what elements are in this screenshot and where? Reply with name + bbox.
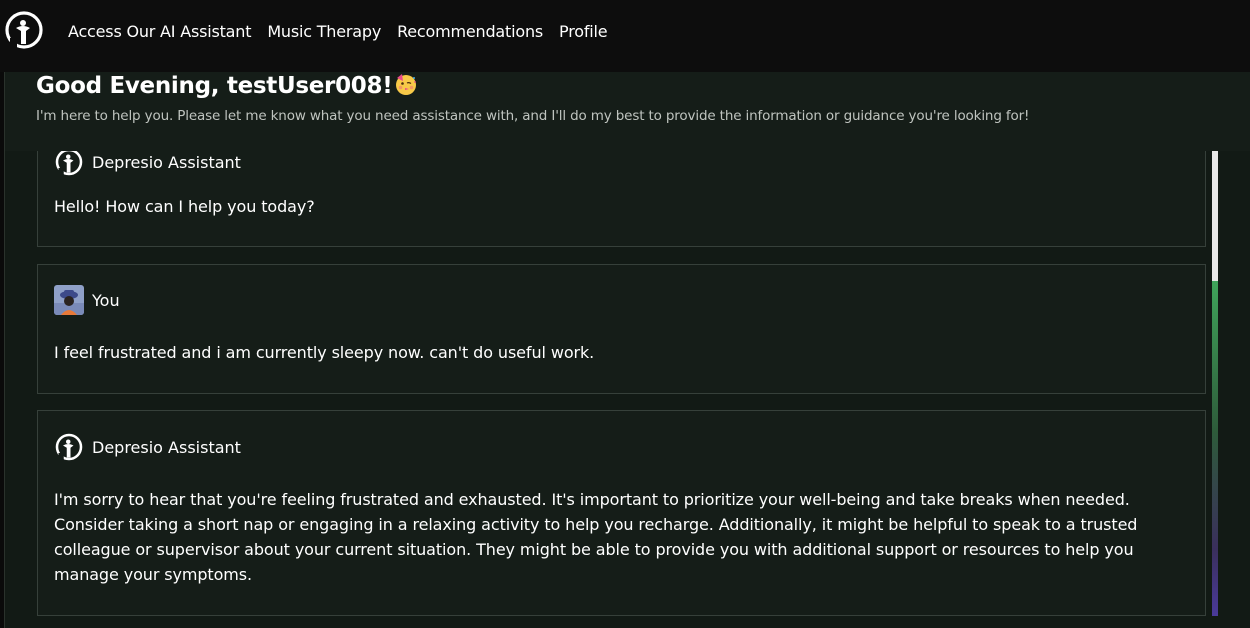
greeting-subtitle: I'm here to help you. Please let me know… [36, 108, 1030, 124]
message-sender: Depresio Assistant [92, 152, 241, 172]
scrollbar-track [1212, 281, 1218, 616]
message-header: Depresio Assistant [54, 432, 241, 462]
message-sender: You [92, 290, 120, 310]
nav-link-ai-assistant[interactable]: Access Our AI Assistant [68, 22, 252, 41]
message-text: I'm sorry to hear that you're feeling fr… [54, 490, 1138, 584]
greeting-heading: Good Evening, testUser008! [36, 72, 418, 99]
nav-link-recommendations[interactable]: Recommendations [397, 22, 543, 41]
nav-links: Access Our AI Assistant Music Therapy Re… [68, 22, 608, 41]
scrollbar-thumb[interactable] [1212, 151, 1218, 281]
main-panel: Good Evening, testUser008! I'm here to h… [4, 72, 1250, 628]
depresio-logo-icon [55, 433, 83, 461]
nav-link-music-therapy[interactable]: Music Therapy [267, 22, 381, 41]
message-text: Hello! How can I help you today? [54, 197, 315, 216]
message-header: Depresio Assistant [54, 151, 241, 177]
message-header: You [54, 285, 120, 315]
user-avatar [54, 285, 84, 315]
chat-message-assistant: Depresio Assistant I'm sorry to hear tha… [37, 410, 1206, 616]
depresio-logo-icon [55, 151, 83, 176]
partying-face-emoji-icon [396, 74, 417, 95]
chat-message-user: You I feel frustrated and i am currently… [37, 264, 1206, 394]
depresio-logo-icon[interactable] [4, 10, 44, 50]
chat-message-assistant: Depresio Assistant Hello! How can I help… [37, 151, 1206, 247]
greeting-text: Good Evening, testUser008! [36, 73, 393, 99]
nav-link-profile[interactable]: Profile [559, 22, 608, 41]
top-navbar: Access Our AI Assistant Music Therapy Re… [0, 0, 1250, 72]
message-sender: Depresio Assistant [92, 437, 241, 457]
chat-container: Depresio Assistant Hello! How can I help… [5, 151, 1250, 628]
chat-scrollbar[interactable] [1212, 151, 1218, 616]
message-text: I feel frustrated and i am currently sle… [54, 343, 595, 362]
